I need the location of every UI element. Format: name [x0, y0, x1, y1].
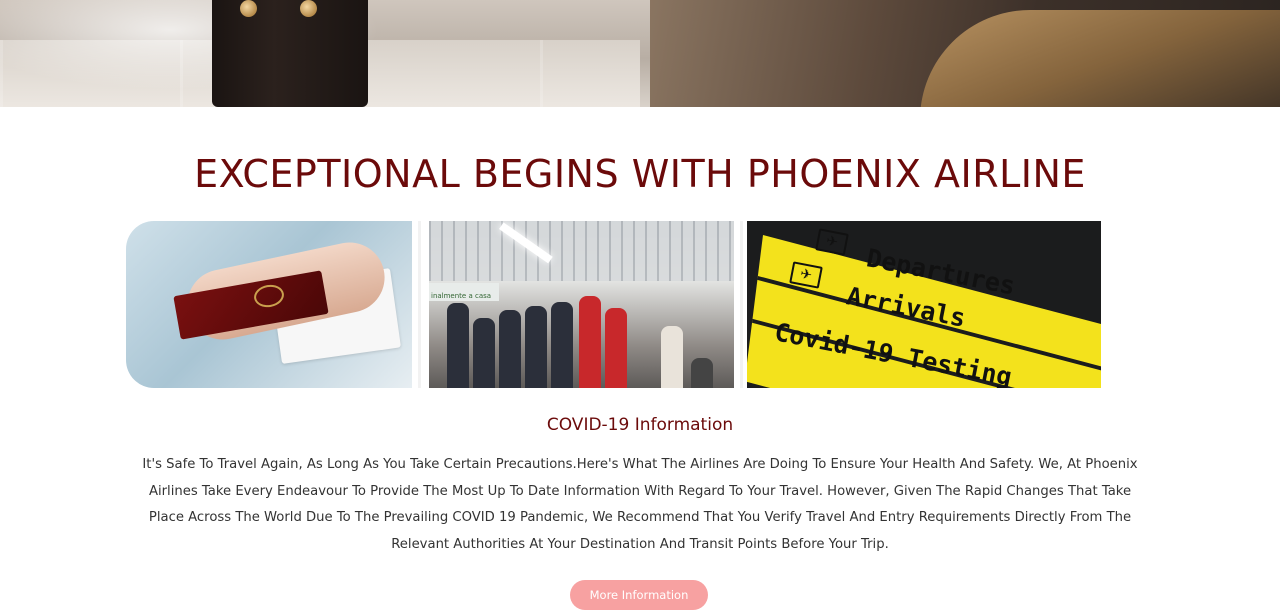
traveler — [447, 303, 469, 388]
hero-handbag — [920, 10, 1280, 107]
departures-arrivals-sign-photo: ✈ ✈ Departures Arrivals Covid-19 Testing — [747, 221, 1101, 388]
gallery-divider — [740, 221, 743, 388]
terminal-sign: inalmente a casa — [429, 283, 499, 301]
traveler — [661, 326, 683, 388]
page-headline: EXCEPTIONAL BEGINS WITH PHOENIX AIRLINE — [194, 152, 1086, 196]
suitcase-rivet — [300, 0, 317, 17]
hero-banner-image — [0, 0, 1280, 107]
suitcase-rivet — [240, 0, 257, 17]
terminal-sign-text: inalmente a casa — [431, 292, 492, 300]
airport-terminal-crowd-photo: inalmente a casa — [429, 221, 734, 388]
gallery-divider — [418, 221, 421, 388]
passport-hand-photo — [126, 221, 412, 388]
traveler — [473, 318, 495, 388]
staff-member — [605, 308, 627, 388]
traveler — [499, 310, 521, 388]
luggage — [691, 358, 713, 388]
covid-info-title: COVID-19 Information — [546, 415, 734, 435]
traveler — [551, 302, 573, 388]
terminal-ceiling — [429, 221, 734, 281]
traveler — [525, 306, 547, 388]
more-information-button[interactable]: More Information — [570, 580, 708, 610]
staff-member — [579, 296, 601, 388]
image-gallery: inalmente a casa ✈ ✈ Departures Arrivals… — [126, 221, 1101, 388]
hero-suitcase — [212, 0, 368, 107]
covid-info-body: It's Safe To Travel Again, As Long As Yo… — [142, 457, 1138, 552]
